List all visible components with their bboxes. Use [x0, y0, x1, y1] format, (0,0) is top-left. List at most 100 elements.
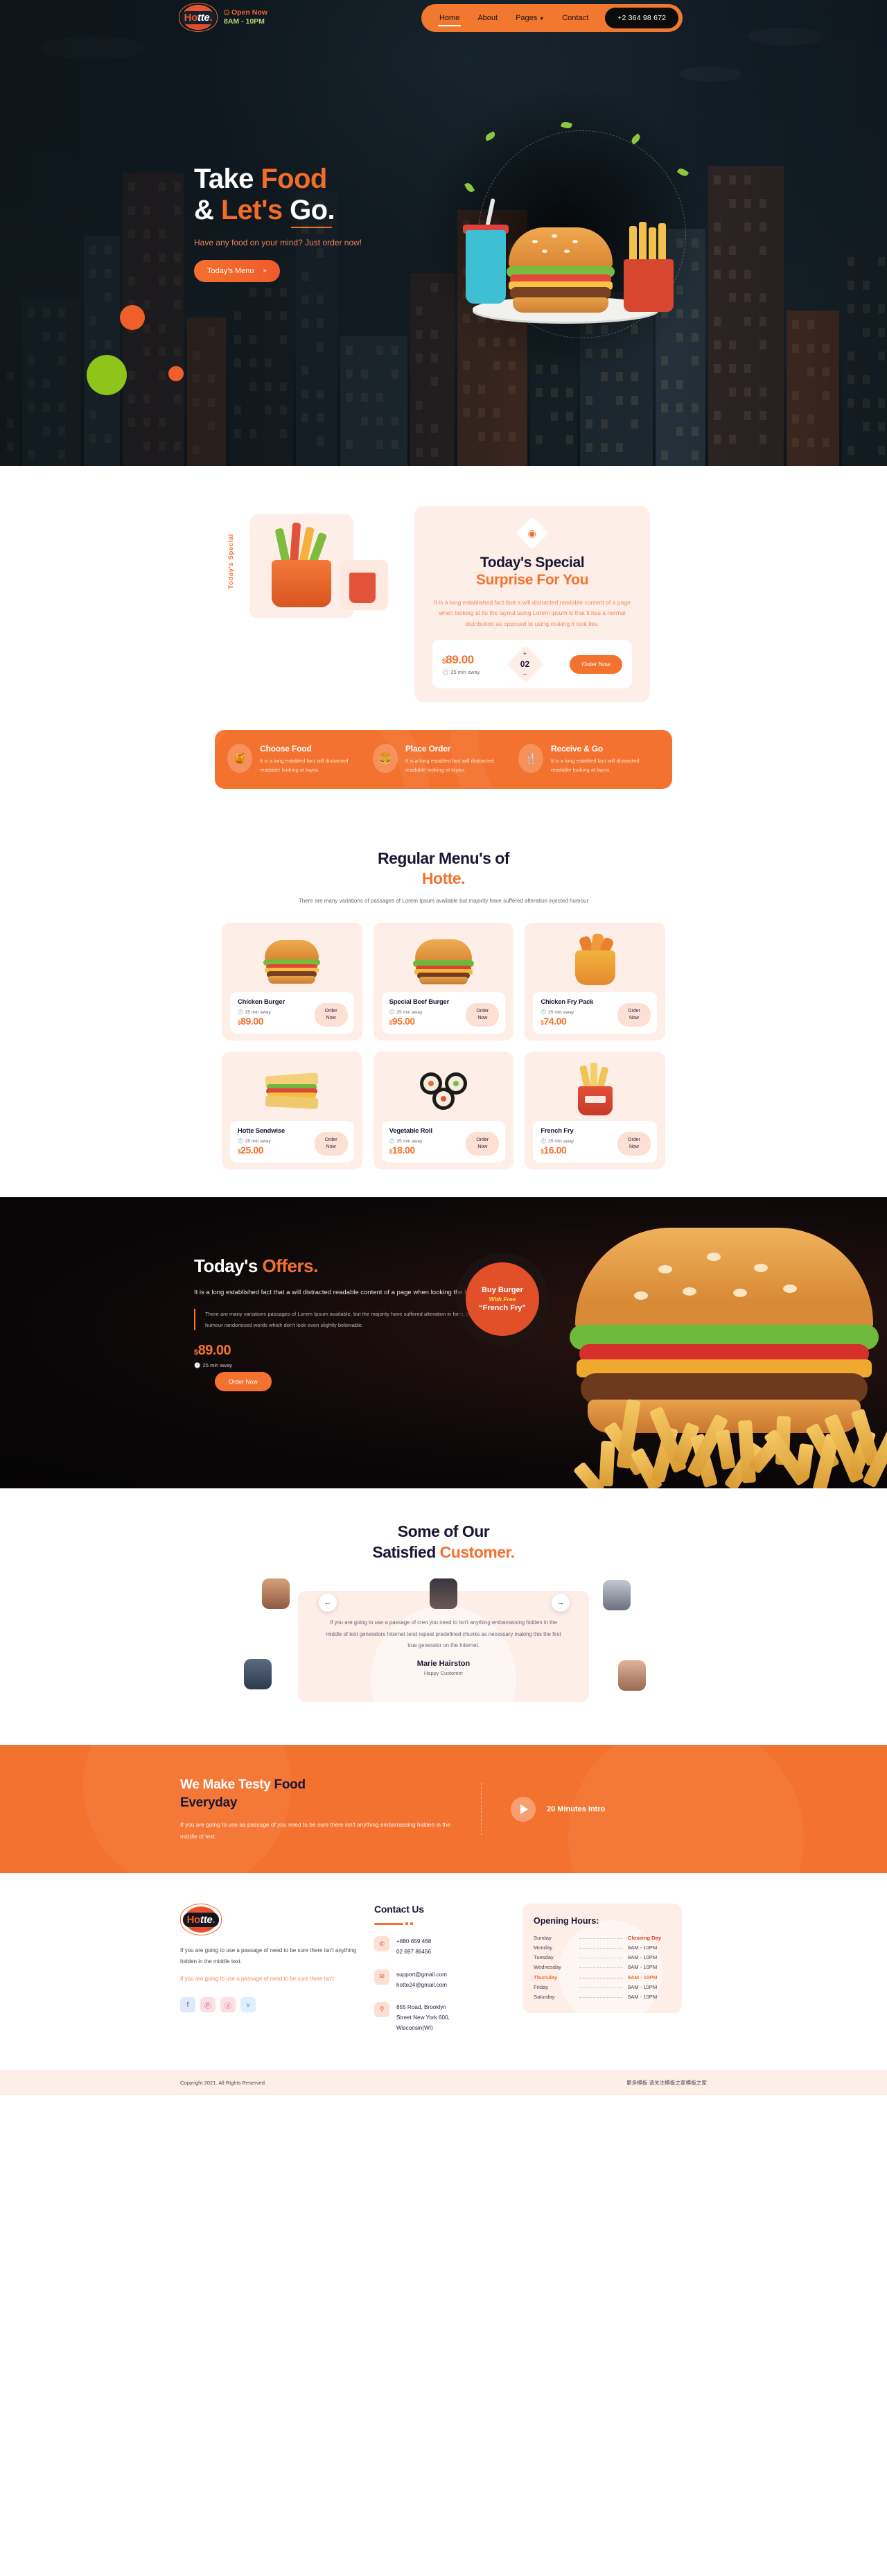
- nav-item-pages[interactable]: Pages ▼: [514, 7, 545, 29]
- avatar: [244, 1659, 272, 1690]
- nav-item-about[interactable]: About: [476, 7, 499, 29]
- footer-logo-ho: Ho: [186, 1913, 201, 1926]
- contact-phone[interactable]: ✆ +880 659 468 02 697 86456: [374, 1936, 506, 1957]
- menu-item-order-button[interactable]: Order Now: [314, 1003, 348, 1027]
- menu-card[interactable]: French Fry 🕐 25 min away $16.00 Order Now: [525, 1052, 665, 1170]
- menu-item-price-value: 16.00: [543, 1145, 567, 1156]
- special-desc-accent: as opposed to using making it look like.: [495, 620, 599, 628]
- offers-order-button[interactable]: Order Now: [215, 1372, 272, 1392]
- opening-hours-row: Friday 8AM - 10PM: [534, 1982, 671, 1992]
- menu-item-order-button[interactable]: Order Now: [617, 1132, 651, 1156]
- opening-hours-time: 8AM - 10PM: [628, 1954, 658, 1961]
- cta-title: We Make Testy Food Everyday: [180, 1776, 457, 1811]
- menu-item-order-button[interactable]: Order Now: [466, 1132, 500, 1156]
- logo-text-ho: Ho: [184, 11, 198, 24]
- opening-hours-row: Sunday Closeing Day: [534, 1933, 671, 1942]
- menu-card[interactable]: Special Beef Burger 🕐 25 min away $95.00 Ord…: [373, 923, 514, 1041]
- footer-hours-column: Opening Hours: Sunday Closeing Day Monday 8…: [522, 1904, 682, 2045]
- phone-icon: ✆: [374, 1936, 389, 1952]
- fries-box-icon: [624, 259, 674, 312]
- facebook-icon[interactable]: f: [180, 1997, 195, 2013]
- menu-item-info: Chicken Fry Pack 🕐 25 min away $74.00 Order N…: [533, 992, 657, 1034]
- hero-title-go: Go.: [290, 194, 335, 225]
- menu-item-order-button[interactable]: Order Now: [466, 1003, 500, 1027]
- contact-address-text: 855 Road, Brooklyn Street New York 600, …: [396, 2002, 450, 2034]
- opening-hours-dash: [579, 1967, 622, 1969]
- open-hours-label: 8AM - 10PM: [224, 17, 265, 26]
- cta-title-3: Everyday: [180, 1795, 238, 1810]
- play-icon[interactable]: [511, 1796, 536, 1822]
- footer-contact-column: Contact Us ✆ +880 659 468 02 697 86456 ✉…: [374, 1904, 506, 2045]
- menu-item-price-value: 74.00: [543, 1016, 567, 1027]
- footer-logo[interactable]: Hotte.: [180, 1904, 222, 1936]
- special-side-tag: Today's Special: [227, 534, 235, 589]
- menu-card[interactable]: Hotte Sendwise 🕐 25 min away $25.00 Order Now: [222, 1052, 362, 1170]
- menu-item-away-label: 25 min away: [548, 1138, 574, 1144]
- avatar: [262, 1578, 290, 1610]
- menu-item-order-button[interactable]: Order Now: [314, 1132, 348, 1156]
- contact-email-line2: hotte24@gmail.com: [396, 1981, 447, 1988]
- todays-menu-button[interactable]: Today's Menu »: [194, 259, 281, 282]
- menu-card[interactable]: Chicken Fry Pack 🕐 25 min away $74.00 Order N…: [525, 923, 665, 1041]
- offers-away-label: 25 min away: [202, 1362, 233, 1369]
- nav-item-pages-label: Pages: [516, 14, 538, 22]
- footer-about-column: Hotte. If you are going to use a passage…: [180, 1904, 358, 2045]
- special-image-block: Today's Special: [227, 506, 396, 659]
- offers-badge: Buy Burger With Free “French Fry”: [466, 1262, 539, 1337]
- quantity-decrement[interactable]: –: [523, 671, 527, 677]
- offers-title-main: Today's: [194, 1255, 263, 1277]
- offers-lead: It is a long established fact that a wil…: [194, 1289, 482, 1297]
- offers-quote: There are many variations passages of Lo…: [194, 1309, 492, 1331]
- clock-icon: [224, 10, 229, 16]
- testimonial-avatar: [430, 1578, 457, 1610]
- special-order-button[interactable]: Order Now: [570, 654, 622, 674]
- offers-content: Today's Offers. It is a long established…: [194, 1255, 492, 1368]
- menu-card[interactable]: Chicken Burger 🕐 25 min away $89.00 Order Now: [222, 923, 362, 1041]
- opening-hours-day: Friday: [534, 1983, 549, 1990]
- testimonial-card: If you are going to use a passage of cre…: [298, 1578, 589, 1703]
- cup-body-icon: [466, 230, 506, 304]
- contact-email-text: support@gmail.com hotte24@gmail.com: [396, 1969, 447, 1990]
- food-bucket-icon: [272, 560, 331, 607]
- contact-address[interactable]: ⚲ 855 Road, Brooklyn Street New York 600…: [374, 2001, 506, 2034]
- quantity-stepper[interactable]: + 02 –: [507, 645, 545, 684]
- hero-subtitle: Have any food on your mind? Just order n…: [194, 238, 362, 247]
- contact-email[interactable]: ✉ support@gmail.com hotte24@gmail.com: [374, 1969, 506, 1990]
- hero-title: Take Food & Let's Go.: [194, 164, 362, 226]
- quantity-increment[interactable]: +: [523, 651, 527, 657]
- testimonials-title-accent: Customer.: [439, 1543, 515, 1562]
- step-receive-and-go: 🍴 Receive & Go It is a long establed fac…: [518, 744, 660, 775]
- opening-hours-day: Saturday: [534, 1993, 555, 2000]
- badge-line-3: “French Fry”: [479, 1304, 526, 1313]
- menu-card[interactable]: Vegetable Roll 🕐 25 min away $18.00 Order Now: [373, 1052, 514, 1170]
- hero-title-take: Take: [194, 164, 261, 194]
- opening-hours-dash: [579, 1996, 622, 1998]
- leaf-icon: [464, 181, 475, 194]
- cta-left: We Make Testy Food Everyday If you are g…: [180, 1776, 457, 1842]
- phone-button[interactable]: +2 364 98 672: [605, 8, 679, 28]
- menu-item-info: French Fry 🕐 25 min away $16.00 Order Now: [533, 1121, 657, 1163]
- location-icon: ⚲: [374, 2001, 389, 2017]
- logo[interactable]: Hotte.: [179, 3, 218, 32]
- open-info: Open Now 8AM - 10PM: [224, 8, 267, 26]
- opening-hours-dash: [579, 1948, 622, 1949]
- nav-item-home[interactable]: Home: [438, 7, 462, 29]
- pinterest-icon[interactable]: Ⓟ: [200, 1997, 216, 2013]
- mail-icon: ✉: [374, 1969, 389, 1985]
- contact-title: Contact Us: [374, 1904, 424, 1915]
- twitter-icon[interactable]: ᴠ: [240, 1997, 256, 2013]
- avatar: [618, 1660, 646, 1691]
- clock-icon: 🕐: [541, 1010, 547, 1016]
- cta-video-label: 20 Minutes Intro: [547, 1804, 606, 1813]
- steps-bar: 🍯 Choose Food It is a long establed fact…: [215, 730, 672, 789]
- special-price-value: 89.00: [446, 653, 474, 667]
- opening-hours-row: Monday 8AM - 10PM: [534, 1942, 671, 1952]
- menu-title-main: Regular Menu's of: [378, 848, 509, 867]
- fries-icon: [349, 573, 376, 603]
- dribbble-icon[interactable]: ⓓ: [220, 1997, 236, 2013]
- copyright-text: Copyright 2021. All Rights Reserved.: [180, 2079, 267, 2086]
- nav-item-contact[interactable]: Contact: [561, 7, 590, 29]
- menu-item-order-button[interactable]: Order Now: [617, 1003, 651, 1027]
- brand-block[interactable]: Hotte. Open Now 8AM - 10PM: [179, 3, 267, 32]
- step-desc: It is a long establed fact will distract…: [405, 758, 494, 774]
